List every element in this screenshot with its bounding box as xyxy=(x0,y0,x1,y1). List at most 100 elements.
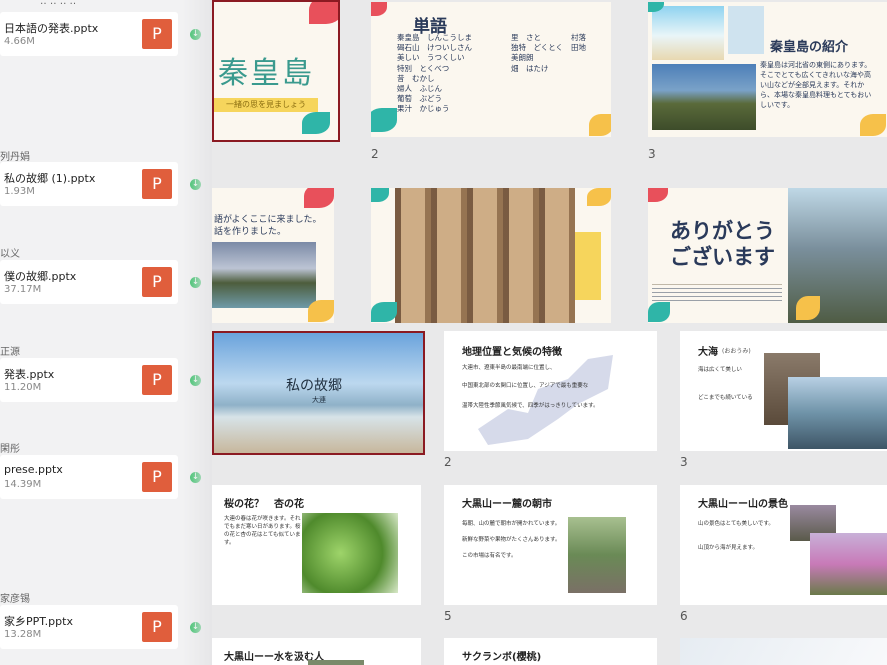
slide-subtitle: 一緒の思を見ましょう xyxy=(214,98,318,112)
vocab-item: 田地 xyxy=(571,43,586,53)
slide-subtitle: (おおうみ) xyxy=(722,348,751,355)
slide-bullet: 温帯大陸性季節風気候で、四季がはっきりしています。 xyxy=(462,403,599,409)
file-item[interactable]: 発表.pptx 11.20M P xyxy=(0,358,178,402)
vocab-item: 村落 xyxy=(571,33,586,42)
file-size: 11.20M xyxy=(4,382,42,393)
slide-thumbnail[interactable]: 大黒山ーー麓の朝市 毎朝、山の麓で朝市が開かれています。 新鮮な野菜や果物がたく… xyxy=(444,485,657,605)
leaf-decoration xyxy=(308,300,334,322)
file-name: 僕の故郷.pptx xyxy=(4,270,77,283)
slide-thumbnail[interactable]: 秦皇島 一緒の思を見ましょう xyxy=(212,0,340,142)
leaf-decoration xyxy=(648,188,668,202)
wine-barrels-photo xyxy=(395,188,575,323)
file-size: 37.17M xyxy=(4,284,42,295)
slide-thumbnail[interactable]: 地理位置と気候の特徴 大連市、遼東半島の最南端に位置し、 中国東北部の玄関口に位… xyxy=(444,331,657,451)
vocab-list: 秦皇島 しんこうしま 碣石山 けついしさん 美しい うつくしい 特別 とくべつ … xyxy=(397,33,472,115)
file-item[interactable]: 家乡PPT.pptx 13.28M P xyxy=(0,605,178,649)
slide-text: 話を作りました。 xyxy=(214,227,287,237)
slide-thumbnail[interactable]: 単語 秦皇島 しんこうしま 碣石山 けついしさん 美しい うつくしい 特別 とく… xyxy=(371,2,611,137)
slide-bullet: 山頂から海が見えます。 xyxy=(698,545,758,551)
vocab-item: 婦人 ふじん xyxy=(397,84,442,94)
sender-name: 家彦锡 xyxy=(0,594,30,605)
leaf-decoration xyxy=(587,188,611,206)
vocab-list-3: 村落 田地 xyxy=(571,33,586,53)
slide-title: 大海 xyxy=(698,347,718,358)
leaf-decoration xyxy=(371,302,397,322)
file-size: 14.39M xyxy=(4,479,42,490)
ppt-file-icon: P xyxy=(142,462,172,492)
slide-thumbnail[interactable]: 秦皇島の紹介 秦皇島は河北省の東側にあります。そこでとても広くてきれいな海や高い… xyxy=(648,2,887,137)
ppt-file-icon: P xyxy=(142,169,172,199)
slide-thumbnail[interactable]: 大黒山ーー水を汲む人 xyxy=(212,638,421,665)
slide-bullet: どこまでも続いている xyxy=(698,395,753,401)
slide-thumbnail[interactable]: 桜の花？ 杏の花 大連の春は花が咲きます。それでもまだ寒い日があります。桜の花と… xyxy=(212,485,421,605)
slide-title: 大黒山ーー山の景色 xyxy=(698,499,788,510)
file-name: 日本語の発表.pptx xyxy=(4,22,99,35)
leaf-decoration xyxy=(371,2,387,16)
file-size: 4.66M xyxy=(4,36,35,47)
slide-body: 大連の春は花が咲きます。それでもまだ寒い日があります。桜の花と杏の花はとても似て… xyxy=(224,516,301,546)
slide-thumbnail[interactable]: サクランボ(櫻桃) xyxy=(444,638,657,665)
sender-label: ‥ ‥ ‥ ‥ xyxy=(40,0,77,7)
divider xyxy=(652,284,782,285)
vocab-item: 美しい うつくしい xyxy=(397,53,465,63)
file-item[interactable]: prese.pptx 14.39M P xyxy=(0,455,178,499)
ppt-file-icon: P xyxy=(142,365,172,395)
leaf-decoration xyxy=(860,114,886,136)
vocab-item: 里 さと xyxy=(511,33,541,42)
slide-bullet: 海は広くて美しい xyxy=(698,367,742,373)
slide-subtitle: 大連 xyxy=(312,396,326,404)
text-box xyxy=(575,232,601,300)
slide-title: 地理位置と気候の特徴 xyxy=(462,347,562,358)
slide-number: 5 xyxy=(444,609,452,623)
slide-thumbnail[interactable]: 語がよくここに来ました。 話を作りました。 xyxy=(212,188,334,323)
slide-number: 3 xyxy=(648,147,656,161)
leaf-decoration xyxy=(371,108,397,132)
lake-photo xyxy=(212,242,316,308)
slide-thumbnail[interactable]: 大海 (おおうみ) 海は広くて美しい どこまでも続いている xyxy=(680,331,887,451)
slide-thumbnail[interactable]: 大黒山ーー山の景色 山の景色はとても美しいです。 山頂から海が見えます。 xyxy=(680,485,887,605)
slide-bullet: 新鮮な野菜や果物がたくさんあります。 xyxy=(462,537,561,543)
slide-thumbnail[interactable]: 私の故郷 大連 xyxy=(212,331,425,455)
ppt-file-icon: P xyxy=(142,19,172,49)
credits-text xyxy=(652,288,782,302)
leaf-decoration xyxy=(309,2,338,24)
slide-title: 秦皇島 xyxy=(218,56,314,91)
file-item[interactable]: 私の故郷 (1).pptx 1.93M P xyxy=(0,162,178,206)
vocab-list-2: 里 さと 独特 どくとく 美朗朗 畑 はたけ xyxy=(511,33,563,74)
slide-bullet: 大連市、遼東半島の最南端に位置し、 xyxy=(462,365,556,371)
leaf-decoration xyxy=(648,302,670,322)
slide-title: サクランボ(櫻桃) xyxy=(462,652,542,663)
file-item[interactable]: 日本語の発表.pptx 4.66M P xyxy=(0,12,178,56)
vocab-item: 果汁 かじゅう xyxy=(397,104,450,114)
slide-background xyxy=(680,638,887,665)
chat-file-panel: ‥ ‥ ‥ ‥ 日本語の発表.pptx 4.66M P ↓ 列丹娟 私の故郷 (… xyxy=(0,0,212,665)
mountain-photo xyxy=(652,64,756,130)
leaf-decoration xyxy=(371,188,389,202)
slide-thumbnail[interactable] xyxy=(371,188,611,323)
slide-bullet: 中国東北部の玄関口に位置し、アジアで最も重要な xyxy=(462,383,589,389)
vocab-item: 畑 はたけ xyxy=(511,63,549,73)
file-name: prese.pptx xyxy=(4,463,63,476)
leaf-decoration xyxy=(302,112,330,134)
slide-number: 2 xyxy=(444,455,452,469)
vocab-item: 美朗朗 xyxy=(511,53,534,63)
slide-title: 私の故郷 xyxy=(286,378,342,394)
slide-thumbnail[interactable]: ありがとうございます xyxy=(648,188,887,323)
leaf-decoration xyxy=(589,114,611,136)
sender-name: 以义 xyxy=(0,249,20,260)
vocab-item: 葡萄 ぶどう xyxy=(397,94,442,104)
vocab-item: 昔 むかし xyxy=(397,73,435,83)
file-name: 家乡PPT.pptx xyxy=(4,615,73,628)
slide-title: 桜の花？ 杏の花 xyxy=(224,499,304,510)
market-photo xyxy=(568,517,626,593)
vocab-item: 秦皇島 しんこうしま xyxy=(397,33,472,42)
vocab-item: 碣石山 けついしさん xyxy=(397,43,472,53)
file-name: 私の故郷 (1).pptx xyxy=(4,172,96,185)
slide-thumbnail[interactable] xyxy=(680,638,887,665)
slide-title: ありがとうございます xyxy=(670,219,775,269)
flower-mountain-photo xyxy=(810,533,887,595)
file-item[interactable]: 僕の故郷.pptx 37.17M P xyxy=(0,260,178,304)
file-size: 1.93M xyxy=(4,186,35,197)
ppt-file-icon: P xyxy=(142,267,172,297)
panel-edge-shadow xyxy=(182,0,212,665)
